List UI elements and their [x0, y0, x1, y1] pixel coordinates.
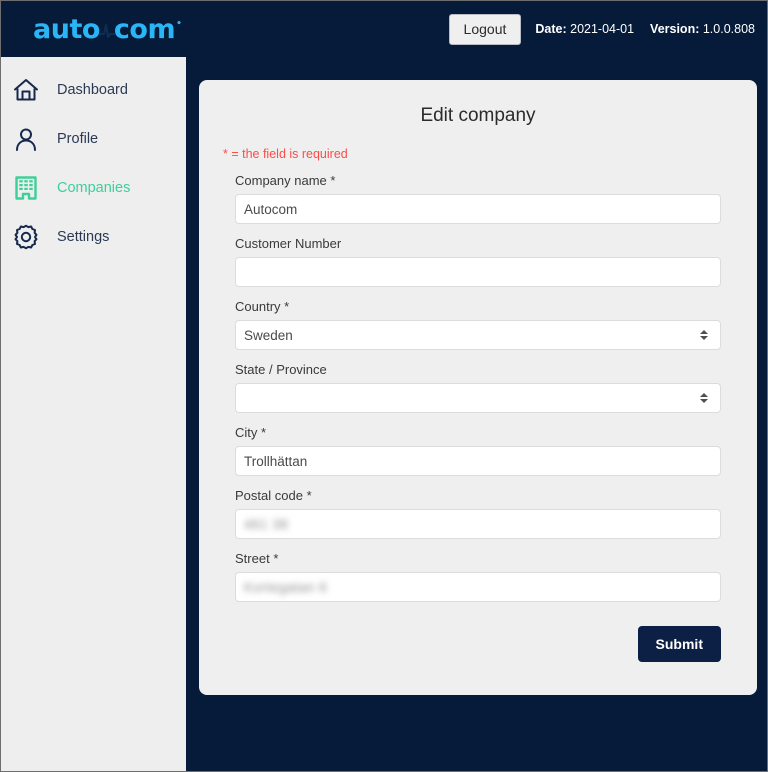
required-fields-note: * = the field is required [223, 147, 348, 161]
edit-company-card: Edit company * = the field is required C… [199, 80, 757, 695]
customer-number-input[interactable] [235, 257, 721, 287]
sidebar-label-dashboard: Dashboard [57, 81, 128, 98]
postal-code-value: 461 38 [244, 516, 289, 532]
autocom-logo: auto com • [33, 13, 182, 45]
logo-text-first: auto [33, 13, 100, 45]
field-customer-number: Customer Number [235, 236, 721, 287]
label-state-province: State / Province [235, 362, 327, 377]
date-value: 2021-04-01 [570, 22, 635, 36]
country-value: Sweden [244, 327, 293, 343]
company-name-value: Autocom [244, 201, 298, 217]
pulse-wave-icon [98, 21, 115, 39]
label-postal-code: Postal code * [235, 488, 312, 503]
postal-code-input[interactable]: 461 38 [235, 509, 721, 539]
sidebar-label-companies: Companies [57, 179, 131, 196]
label-customer-number: Customer Number [235, 236, 342, 251]
logout-button[interactable]: Logout [448, 13, 522, 45]
field-company-name: Company name * Autocom [235, 173, 721, 224]
city-input[interactable]: Trollhättan [235, 446, 721, 476]
company-name-input[interactable]: Autocom [235, 194, 721, 224]
city-value: Trollhättan [244, 453, 308, 469]
page-title: Edit company [420, 105, 536, 126]
logo-text-second: com [113, 13, 176, 45]
date-label: Date: [535, 22, 567, 36]
label-company-name: Company name * [235, 173, 336, 188]
chevron-updown-icon [699, 391, 708, 405]
logo-trademark: • [176, 18, 182, 29]
top-header-bar: auto com • Logout Date: 2021-04-01 Versi… [1, 1, 767, 57]
sidebar-item-companies[interactable]: Companies [1, 163, 186, 212]
sidebar-navigation: Dashboard Profile Companies Settings [1, 57, 186, 771]
field-city: City * Trollhättan [235, 425, 721, 476]
sidebar-item-profile[interactable]: Profile [1, 114, 186, 163]
sidebar-item-settings[interactable]: Settings [1, 212, 186, 261]
header-right-group: Logout Date: 2021-04-01 Version: 1.0.0.8… [448, 13, 755, 45]
gear-icon [11, 222, 41, 252]
edit-company-form: Company name * Autocom Customer Number C… [199, 173, 757, 602]
label-street: Street * [235, 551, 279, 566]
user-icon [11, 124, 41, 154]
field-state-province: State / Province [235, 362, 721, 413]
field-postal-code: Postal code * 461 38 [235, 488, 721, 539]
street-input[interactable]: Kortegatan 6 [235, 572, 721, 602]
label-country: Country * [235, 299, 290, 314]
country-select[interactable]: Sweden [235, 320, 721, 350]
submit-button[interactable]: Submit [637, 626, 721, 662]
chevron-updown-icon [699, 328, 708, 342]
submit-row: Submit [199, 604, 757, 662]
sidebar-item-dashboard[interactable]: Dashboard [1, 65, 186, 114]
version-value: 1.0.0.808 [702, 22, 755, 36]
app-window: auto com • Logout Date: 2021-04-01 Versi… [0, 0, 768, 772]
version-label: Version: [650, 22, 700, 36]
sidebar-label-settings: Settings [57, 228, 110, 245]
state-province-select[interactable] [235, 383, 721, 413]
home-icon [11, 75, 41, 105]
sidebar-label-profile: Profile [57, 130, 99, 147]
field-country: Country * Sweden [235, 299, 721, 350]
field-street: Street * Kortegatan 6 [235, 551, 721, 602]
header-meta-info: Date: 2021-04-01 Version: 1.0.0.808 [535, 22, 755, 36]
label-city: City * [235, 425, 267, 440]
building-icon [11, 173, 41, 203]
street-value: Kortegatan 6 [244, 579, 328, 595]
